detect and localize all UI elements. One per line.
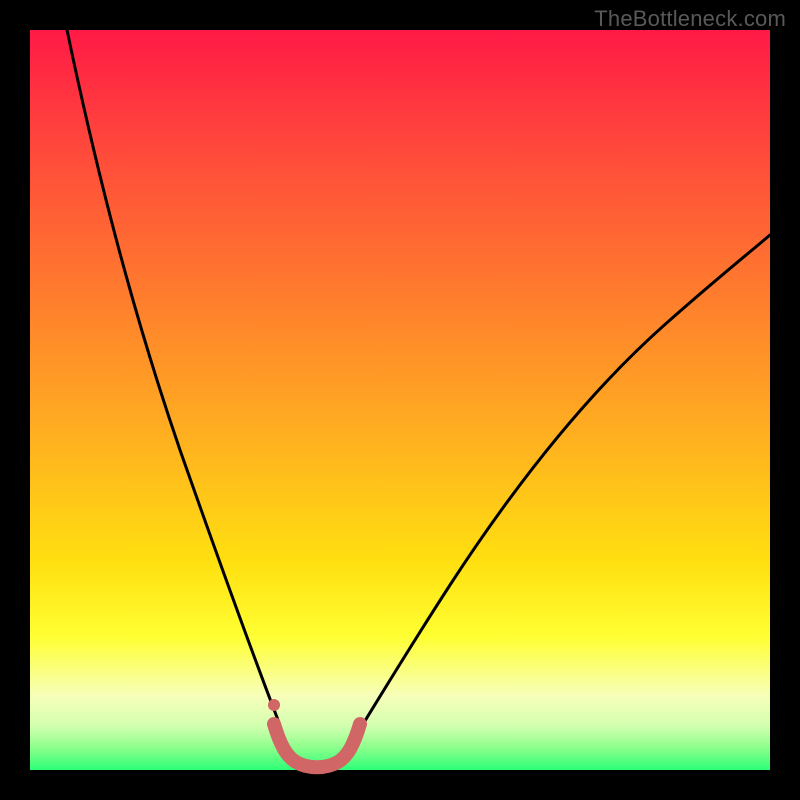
watermark-text: TheBottleneck.com <box>594 6 786 32</box>
bottleneck-trough-extra-dot <box>268 699 280 711</box>
bottleneck-trough-highlight <box>274 724 360 767</box>
chart-frame: TheBottleneck.com <box>0 0 800 800</box>
bottleneck-curve-right <box>342 235 770 758</box>
plot-area <box>30 30 770 770</box>
chart-svg <box>30 30 770 770</box>
bottleneck-curve-left <box>67 30 292 758</box>
